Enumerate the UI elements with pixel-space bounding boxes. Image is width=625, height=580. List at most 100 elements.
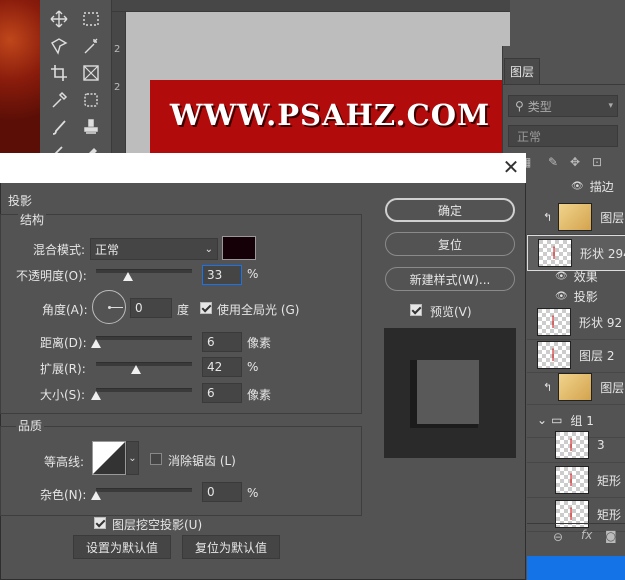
layer-row[interactable]: 👁 投影 bbox=[527, 286, 625, 306]
thumb-mark: | bbox=[552, 245, 557, 259]
size-input[interactable]: 6 bbox=[202, 383, 242, 403]
close-icon[interactable]: ✕ bbox=[500, 156, 522, 178]
fx-icon[interactable]: fx bbox=[581, 528, 592, 542]
layer-thumbnail bbox=[558, 373, 593, 401]
layer-row[interactable]: ↰ 图层 bbox=[527, 370, 625, 405]
layer-name: 3 bbox=[597, 438, 605, 452]
move-icon[interactable] bbox=[48, 8, 70, 30]
noise-slider-knob[interactable] bbox=[91, 491, 101, 500]
distance-slider-track[interactable] bbox=[96, 336, 192, 340]
size-slider-knob[interactable] bbox=[91, 391, 101, 400]
magic-wand-icon[interactable] bbox=[80, 35, 102, 57]
lock-brush-icon[interactable]: ✎ bbox=[548, 155, 558, 169]
spread-input[interactable]: 42 bbox=[202, 357, 242, 377]
mask-icon[interactable]: ◙ bbox=[605, 529, 617, 543]
opacity-input[interactable]: 33 bbox=[202, 265, 242, 285]
antialias-checkbox[interactable] bbox=[150, 453, 162, 465]
layer-row[interactable]: | 图层 2 bbox=[527, 338, 625, 373]
noise-unit: % bbox=[247, 486, 259, 500]
marquee-icon[interactable] bbox=[80, 8, 102, 30]
layer-row[interactable]: | 矩形 bbox=[527, 463, 625, 498]
frame-icon[interactable] bbox=[80, 62, 102, 84]
layer-filter-value: 类型 bbox=[527, 99, 552, 114]
reset-button[interactable]: 复位 bbox=[385, 232, 515, 256]
noise-input[interactable]: 0 bbox=[202, 482, 242, 502]
layer-thumbnail: | bbox=[537, 341, 571, 369]
layer-name: 图层 bbox=[600, 210, 625, 225]
layer-row[interactable]: 👁 描边 bbox=[527, 176, 625, 196]
banner-text: WWW.PSAHZ.COM bbox=[169, 98, 491, 132]
layer-thumbnail: | bbox=[537, 308, 571, 336]
new-style-button[interactable]: 新建样式(W)... bbox=[385, 267, 515, 291]
spread-unit: % bbox=[247, 360, 259, 374]
eye-icon[interactable]: 👁 bbox=[555, 271, 568, 282]
spread-slider-knob[interactable] bbox=[131, 365, 142, 374]
ok-button[interactable]: 确定 bbox=[385, 198, 515, 222]
reset-default-button[interactable]: 复位为默认值 bbox=[182, 535, 280, 559]
angle-input[interactable]: 0 bbox=[130, 298, 172, 318]
opacity-slider-track[interactable] bbox=[96, 269, 192, 273]
healing-icon[interactable] bbox=[80, 89, 102, 111]
angle-dial-center bbox=[108, 306, 111, 309]
layer-row[interactable]: 👁 效果 bbox=[527, 266, 625, 286]
crop-icon[interactable] bbox=[48, 62, 70, 84]
eyedropper-icon[interactable] bbox=[48, 89, 70, 111]
chevron-down-icon[interactable]: ⌄ bbox=[126, 441, 139, 475]
chevron-down-icon: ▾ bbox=[608, 101, 613, 111]
shadow-color-swatch[interactable] bbox=[222, 236, 256, 260]
layer-row[interactable]: | 形状 92 bbox=[527, 305, 625, 340]
tab-layers[interactable]: 图层 bbox=[504, 58, 540, 84]
brush-icon[interactable] bbox=[48, 116, 70, 138]
knockout-label: 图层挖空投影(U) bbox=[112, 518, 203, 532]
layer-blend-mode-select[interactable]: 正常 bbox=[508, 125, 618, 147]
distance-label: 距离(D): bbox=[40, 336, 87, 350]
spread-slider-track[interactable] bbox=[96, 362, 192, 366]
blend-mode-select[interactable]: 正常 ⌄ bbox=[90, 238, 218, 260]
layer-row[interactable]: ↰ 图层 bbox=[527, 200, 625, 235]
taskbar-strip bbox=[527, 556, 625, 580]
lock-position-icon[interactable]: ✥ bbox=[570, 155, 580, 169]
preview-label: 预览(V) bbox=[430, 305, 472, 319]
distance-input[interactable]: 6 bbox=[202, 332, 242, 352]
distance-slider-knob[interactable] bbox=[91, 339, 101, 348]
layer-row[interactable]: | 3 bbox=[527, 428, 625, 463]
opacity-slider-knob[interactable] bbox=[122, 272, 133, 281]
layer-name: 描边 bbox=[589, 179, 614, 194]
angle-label: 角度(A): bbox=[42, 303, 88, 317]
layer-name: 图层 bbox=[600, 380, 625, 395]
style-preview bbox=[384, 328, 516, 458]
noise-slider-track[interactable] bbox=[96, 488, 192, 492]
layer-name: 效果 bbox=[573, 269, 598, 284]
blend-mode-label: 混合模式: bbox=[33, 243, 86, 257]
layer-thumbnail: | bbox=[555, 466, 589, 494]
thumb-mark: | bbox=[569, 437, 574, 451]
layer-name: 矩形 bbox=[597, 473, 622, 488]
layers-bottom-bar: ⊖ fx ◙ bbox=[527, 523, 625, 553]
thumb-mark: | bbox=[569, 506, 574, 520]
stamp-icon[interactable] bbox=[80, 116, 102, 138]
make-default-button[interactable]: 设置为默认值 bbox=[73, 535, 171, 559]
layer-filter-select[interactable]: ⚲ 类型 ▾ bbox=[508, 95, 618, 117]
size-slider-track[interactable] bbox=[96, 388, 192, 392]
thumb-mark: | bbox=[551, 314, 556, 328]
preview-checkbox[interactable] bbox=[410, 304, 422, 316]
chevron-down-icon[interactable]: ⌄ bbox=[537, 413, 547, 427]
link-icon[interactable]: ⊖ bbox=[553, 530, 563, 544]
opacity-label: 不透明度(O): bbox=[16, 269, 87, 283]
ruler-mark: 2 bbox=[114, 82, 121, 93]
eye-icon[interactable]: 👁 bbox=[571, 181, 584, 192]
lock-artboard-icon[interactable]: ⊡ bbox=[592, 155, 602, 169]
antialias-label: 消除锯齿 (L) bbox=[168, 454, 236, 468]
quality-title: 品质 bbox=[16, 417, 45, 434]
global-light-checkbox[interactable] bbox=[200, 302, 212, 314]
size-label: 大小(S): bbox=[40, 388, 86, 402]
contour-picker[interactable] bbox=[92, 441, 126, 475]
knockout-checkbox[interactable] bbox=[94, 517, 106, 529]
eye-icon[interactable]: 👁 bbox=[555, 291, 568, 302]
lasso-icon[interactable] bbox=[48, 35, 70, 57]
distance-unit: 像素 bbox=[247, 336, 272, 350]
ruler-mark: 2 bbox=[114, 44, 121, 55]
tools-panel bbox=[40, 0, 112, 159]
angle-dial[interactable] bbox=[92, 290, 126, 324]
layer-name: 矩形 bbox=[597, 507, 622, 522]
